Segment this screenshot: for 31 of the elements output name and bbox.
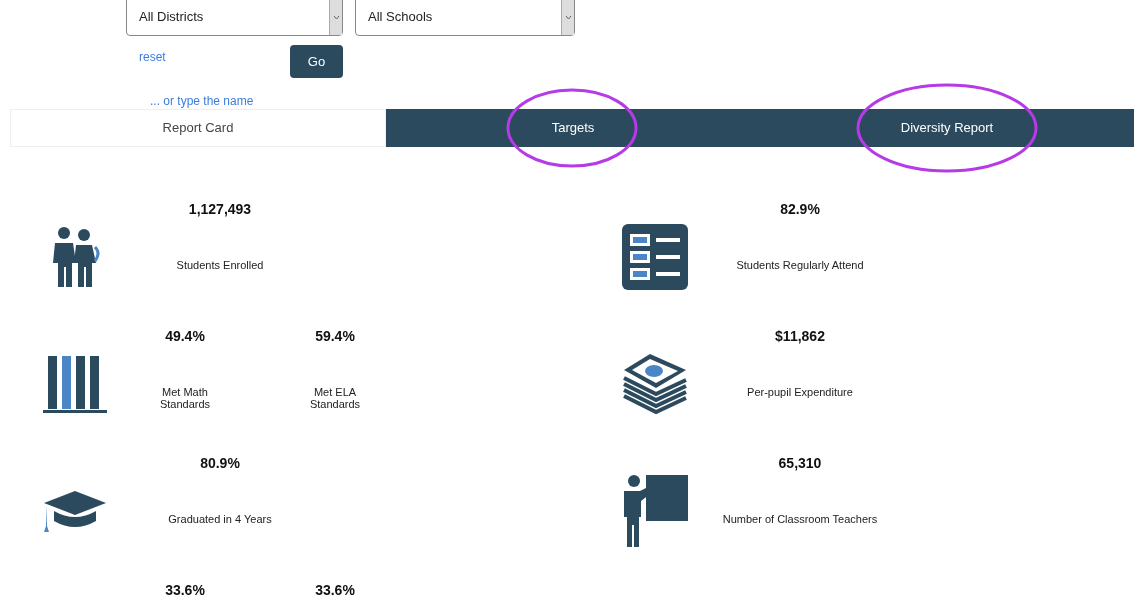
checklist-icon bbox=[622, 223, 688, 290]
metric-label: Graduated in 4 Years bbox=[168, 513, 272, 525]
type-name-link[interactable]: ... or type the name bbox=[150, 94, 254, 108]
metric-value: 33.6% bbox=[165, 582, 205, 598]
metric-value: 59.4% bbox=[315, 328, 355, 344]
metric-label: Per-pupil Expenditure bbox=[747, 386, 853, 398]
tab[interactable]: Report Card bbox=[10, 109, 386, 147]
books-icon bbox=[42, 353, 108, 414]
metric-value: 49.4% bbox=[165, 328, 205, 344]
metric-label: Students Enrolled bbox=[176, 259, 264, 271]
go-button[interactable]: Go bbox=[290, 45, 343, 78]
metric-value: 1,127,493 bbox=[188, 201, 252, 217]
metric-label: Met ELA Standards bbox=[309, 386, 361, 410]
district-select[interactable]: All Districts bbox=[126, 0, 343, 36]
teacher-icon bbox=[622, 474, 688, 547]
metric-label: Number of Classroom Teachers bbox=[722, 513, 878, 525]
school-select[interactable]: All Schools bbox=[355, 0, 575, 36]
money-stack-icon bbox=[622, 351, 688, 416]
metric-label: Students Regularly Attend bbox=[736, 259, 864, 271]
metric-value: 80.9% bbox=[200, 455, 240, 471]
metric-value: 33.6% bbox=[315, 582, 355, 598]
chevron-down-icon bbox=[332, 14, 340, 20]
metric-value: 82.9% bbox=[780, 201, 820, 217]
metric-value: 65,310 bbox=[778, 455, 822, 471]
graduation-cap-icon bbox=[42, 488, 108, 533]
reset-link[interactable]: reset bbox=[139, 48, 290, 66]
tab[interactable]: Targets bbox=[386, 109, 760, 147]
chevron-down-icon bbox=[564, 14, 572, 20]
metric-label: Met Math Standards bbox=[159, 386, 211, 410]
metric-value: $11,862 bbox=[775, 328, 825, 344]
tab[interactable]: Diversity Report bbox=[760, 109, 1134, 147]
